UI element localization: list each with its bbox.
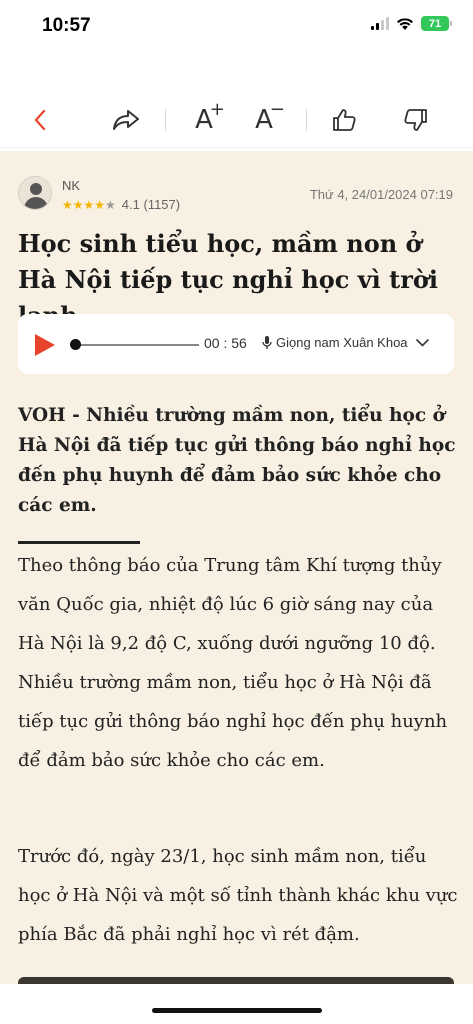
dislike-button[interactable] (396, 100, 436, 140)
battery-icon: 71 (421, 16, 452, 31)
share-arrow-icon (113, 110, 139, 130)
font-increase-button[interactable]: A + (184, 99, 225, 140)
audio-progress-track[interactable] (74, 344, 199, 346)
like-button[interactable] (324, 100, 364, 140)
play-icon[interactable] (35, 334, 55, 356)
rating-value: 4.1 (1157) (121, 197, 181, 212)
wifi-icon (397, 17, 413, 30)
voice-label: Giọng nam Xuân Khoa (276, 335, 408, 350)
article-content: NK ★★★★★ 4.1 (1157) Thứ 4, 24/01/2024 07… (0, 151, 473, 984)
thumbs-up-icon (333, 109, 356, 131)
avatar (18, 176, 52, 210)
author-rating: ★★★★★ 4.1 (1157) (62, 197, 180, 212)
toolbar-divider (306, 109, 307, 131)
audio-player: 00 : 56 Giọng nam Xuân Khoa (18, 314, 454, 374)
home-bar-area (0, 984, 473, 1024)
font-decrease-label: A − (255, 99, 285, 135)
audio-duration: 00 : 56 (204, 335, 247, 351)
toolbar-divider (165, 109, 166, 131)
share-button[interactable] (106, 100, 146, 140)
audio-progress-handle[interactable] (70, 339, 81, 350)
chevron-down-icon (415, 338, 429, 347)
status-bar: 10:57 71 (0, 0, 473, 50)
chevron-left-icon (34, 109, 46, 131)
rating-stars-icon: ★★★★★ (62, 197, 116, 212)
author-name: NK (62, 178, 81, 193)
lead-divider (18, 541, 140, 544)
font-decrease-button[interactable]: A − (244, 99, 285, 140)
article-toolbar: A + A − (0, 92, 473, 148)
article-lead: VOH - Nhiều trường mầm non, tiểu học ở H… (18, 405, 456, 516)
article-image (18, 977, 454, 984)
status-time: 10:57 (42, 15, 91, 36)
thumbs-down-icon (404, 109, 427, 131)
microphone-icon (262, 336, 272, 349)
publish-date: Thứ 4, 24/01/2024 07:19 (309, 187, 453, 202)
home-indicator[interactable] (152, 1008, 322, 1013)
status-icons: 71 (371, 16, 452, 31)
author-block[interactable]: NK ★★★★★ 4.1 (1157) (18, 176, 180, 212)
article-paragraph: Theo thông báo của Trung tâm Khí tượng t… (18, 555, 448, 771)
back-button[interactable] (20, 100, 60, 140)
voice-selector[interactable]: Giọng nam Xuân Khoa (262, 335, 429, 350)
font-increase-label: A + (195, 99, 225, 135)
article-paragraph: Trước đó, ngày 23/1, học sinh mầm non, t… (18, 846, 458, 945)
cellular-signal-icon (371, 17, 389, 30)
